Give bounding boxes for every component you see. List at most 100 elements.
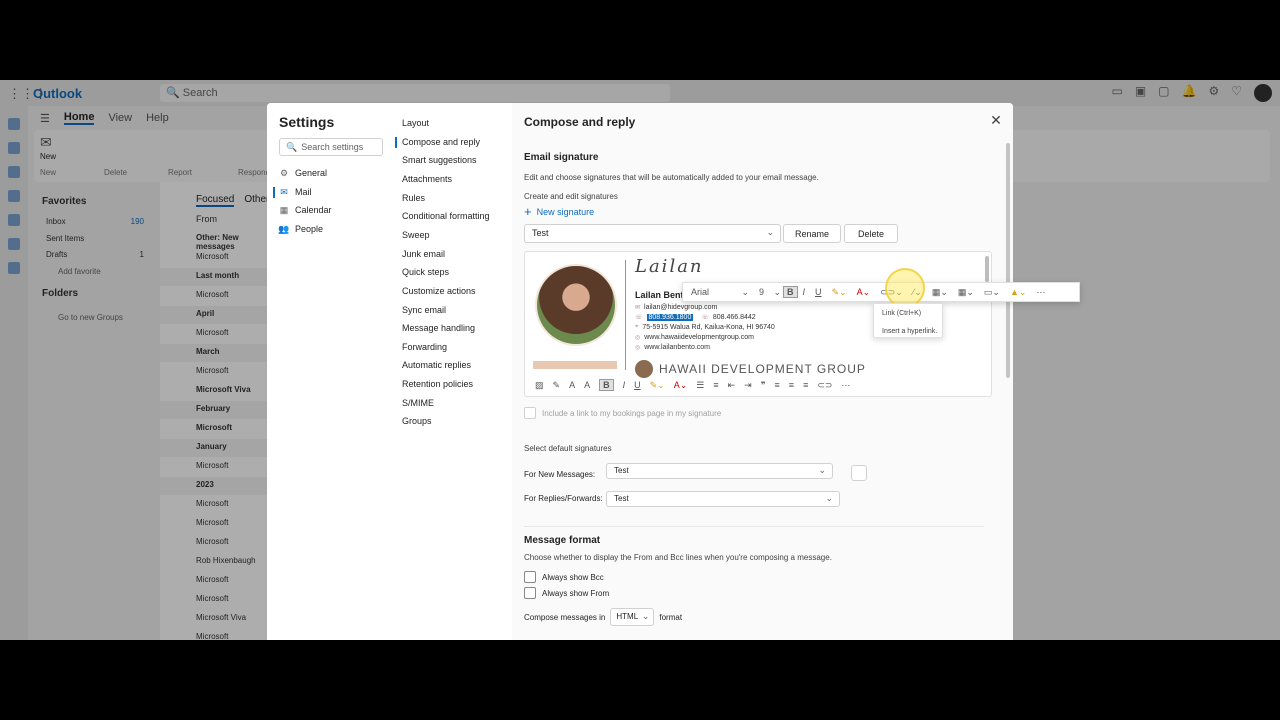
signature-email: lailan@hidevgroup.com [644, 304, 718, 311]
checkbox-box [524, 587, 536, 599]
bookings-link-checkbox[interactable]: Include a link to my bookings page in my… [524, 407, 721, 419]
font-color-icon[interactable]: A⌄ [852, 287, 876, 298]
checkbox-box [524, 571, 536, 583]
signature-script-name: Lailan [635, 256, 704, 277]
table-icon[interactable]: ▦⌄ [927, 287, 953, 298]
category-people[interactable]: 👥 People [278, 224, 389, 235]
font-size-icon[interactable]: A [584, 380, 590, 390]
italic-button[interactable]: I [798, 287, 811, 297]
bookings-link-label: Include a link to my bookings page in my… [542, 408, 722, 418]
for-new-messages-select[interactable]: Test ⌄ [606, 463, 833, 479]
category-general[interactable]: ⚙ General [279, 168, 389, 179]
indent-icon[interactable]: ⇥ [744, 380, 752, 391]
floating-format-toolbar: Arial ⌄ 9 ⌄ B I U ✎⌄ A⌄ ⊂⊃⌄ ⁄⌄ ▦⌄ ▦⌄ ▭⌄ … [682, 282, 1080, 302]
pane-title: Compose and reply [524, 115, 636, 129]
signature-phone-1: 808.936.1800 [646, 314, 694, 321]
outdent-icon[interactable]: ⇤ [728, 380, 736, 391]
align-right-icon[interactable]: ≡ [803, 380, 808, 390]
bold-button[interactable]: B [599, 379, 614, 391]
section-divider [524, 526, 984, 527]
signature-site1-row: ◎ www.hawaiidevelopmentgroup.com [635, 334, 754, 341]
font-size-select[interactable]: 9 ⌄ [753, 287, 783, 297]
comment-icon[interactable]: ▭⌄ [979, 287, 1005, 298]
sub-sync-email[interactable]: Sync email [402, 305, 446, 315]
align-center-icon[interactable]: ≡ [789, 380, 794, 390]
new-signature-button[interactable]: + New signature [524, 204, 594, 219]
more-icon[interactable]: ⋯ [1031, 287, 1050, 298]
chevron-down-icon: ⌄ [766, 227, 774, 237]
sub-rules[interactable]: Rules [402, 193, 425, 203]
bullets-icon[interactable]: ☰ [696, 380, 704, 391]
signature-select-value: Test [532, 228, 549, 238]
sub-forwarding[interactable]: Forwarding [402, 342, 447, 352]
underline-button[interactable]: U [634, 380, 641, 390]
signature-description: Edit and choose signatures that will be … [524, 173, 819, 182]
table-insert-icon[interactable]: ▦⌄ [953, 287, 979, 298]
create-edit-label: Create and edit signatures [524, 192, 618, 201]
insert-image-icon[interactable]: ▨ [535, 380, 544, 391]
font-size-value: 9 [759, 287, 765, 297]
for-replies-value: Test [614, 494, 629, 503]
sub-attachments[interactable]: Attachments [402, 174, 452, 184]
font-name-value: Arial [691, 287, 710, 297]
always-bcc-checkbox[interactable]: Always show Bcc [524, 571, 604, 583]
signature-select[interactable]: Test ⌄ [524, 224, 781, 243]
link-icon[interactable]: ⊂⊃ [817, 380, 832, 391]
compose-format-select[interactable]: HTML ⌄ [610, 608, 655, 626]
sub-groups[interactable]: Groups [402, 416, 432, 426]
sub-smart-suggestions[interactable]: Smart suggestions [402, 155, 477, 165]
sub-smime[interactable]: S/MIME [402, 398, 434, 408]
compose-format-value: HTML [616, 612, 639, 621]
sub-customize-actions[interactable]: Customize actions [402, 286, 476, 296]
editor-scrollbar[interactable] [985, 256, 989, 282]
sub-junk-email[interactable]: Junk email [402, 249, 445, 259]
search-icon: 🔍 [286, 141, 298, 152]
signature-name: Lailan Bento [635, 290, 690, 300]
chevron-down-icon: ⌄ [741, 287, 749, 297]
quote-icon[interactable]: ❞ [761, 380, 766, 391]
signature-photo [535, 264, 617, 346]
font-icon[interactable]: A [569, 380, 575, 390]
close-icon[interactable]: ✕ [988, 113, 1004, 129]
category-mail[interactable]: ✉ Mail [273, 187, 389, 198]
always-from-checkbox[interactable]: Always show From [524, 587, 609, 599]
bold-button[interactable]: B [783, 286, 798, 298]
settings-nav: Settings 🔍 Search settings ⚙ General ✉ Mai… [267, 103, 512, 640]
sub-sweep[interactable]: Sweep [402, 230, 430, 240]
underline-button[interactable]: U [810, 287, 827, 297]
sub-retention-policies[interactable]: Retention policies [402, 379, 473, 389]
sub-message-handling[interactable]: Message handling [402, 323, 475, 333]
sub-layout[interactable]: Layout [402, 118, 429, 128]
delete-button[interactable]: Delete [844, 224, 898, 243]
more-icon[interactable]: ⋯ [841, 380, 850, 391]
format-painter-icon[interactable]: ✎ [553, 380, 561, 391]
plus-icon: + [524, 204, 532, 219]
chevron-down-icon: ⌄ [825, 493, 833, 503]
signature-email-row: ✉ lailan@hidevgroup.com [635, 304, 718, 311]
for-replies-select[interactable]: Test ⌄ [606, 491, 840, 507]
pane-scrollbar[interactable] [1006, 143, 1010, 378]
category-label: General [295, 168, 328, 178]
signature-address-row: ⌖ 75-5915 Walua Rd, Kailua-Kona, HI 96740 [635, 324, 775, 331]
sub-compose-and-reply[interactable]: Compose and reply [394, 137, 480, 148]
sub-quick-steps[interactable]: Quick steps [402, 267, 449, 277]
italic-button[interactable]: I [623, 380, 626, 390]
settings-search-input[interactable]: 🔍 Search settings [279, 138, 383, 156]
tooltip-title: Link (Ctrl+K) [882, 310, 922, 317]
sub-automatic-replies[interactable]: Automatic replies [402, 360, 471, 370]
signature-site2-row: ◎ www.lailanbento.com [635, 344, 711, 351]
rename-button[interactable]: Rename [783, 224, 841, 243]
select-defaults-label: Select default signatures [524, 444, 612, 453]
signature-address: 75-5915 Walua Rd, Kailua-Kona, HI 96740 [642, 324, 775, 331]
highlight-icon[interactable]: ✎⌄ [650, 380, 665, 391]
category-calendar[interactable]: ▦ Calendar [279, 205, 389, 216]
message-format-heading: Message format [524, 535, 601, 546]
font-color-icon[interactable]: A⌄ [674, 380, 688, 391]
warning-icon[interactable]: ▲⌄ [1005, 287, 1031, 298]
font-name-select[interactable]: Arial ⌄ [683, 287, 753, 297]
align-left-icon[interactable]: ≡ [775, 380, 780, 390]
highlight-icon[interactable]: ✎⌄ [827, 287, 852, 298]
format-word: format [659, 612, 683, 622]
sub-conditional-formatting[interactable]: Conditional formatting [402, 211, 490, 221]
numbering-icon[interactable]: ≡ [713, 380, 718, 390]
